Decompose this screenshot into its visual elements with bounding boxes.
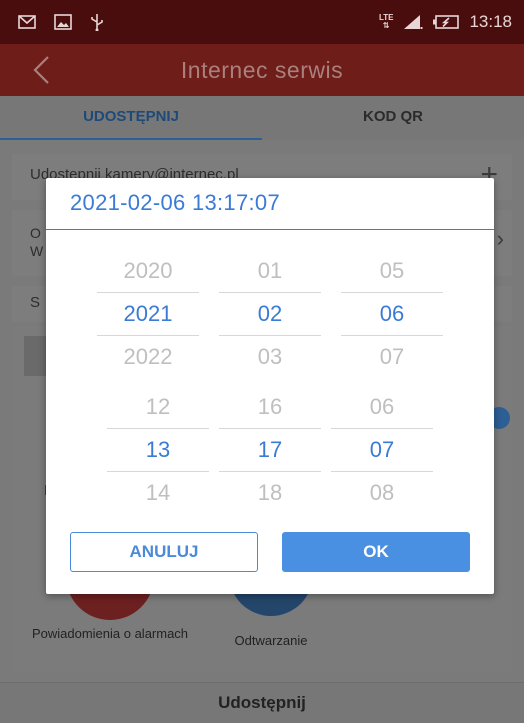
- status-right-icons: LTE ⇅ 13:18: [379, 12, 512, 32]
- day-selected[interactable]: 06: [341, 293, 443, 335]
- minute-selected[interactable]: 17: [219, 429, 321, 471]
- datetime-picker-dialog: 2021-02-06 13:17:07 2020 2021 2022 01 02…: [46, 178, 494, 594]
- hour-prev[interactable]: 12: [107, 386, 209, 428]
- second-picker[interactable]: 06 07 08: [331, 386, 433, 512]
- minute-picker[interactable]: 16 17 18: [219, 386, 321, 512]
- year-picker[interactable]: 2020 2021 2022: [97, 250, 199, 376]
- second-next[interactable]: 08: [331, 472, 433, 514]
- status-bar: LTE ⇅ 13:18: [0, 0, 524, 44]
- second-selected[interactable]: 07: [331, 429, 433, 471]
- signal-icon: [404, 15, 423, 29]
- second-prev[interactable]: 06: [331, 386, 433, 428]
- hour-selected[interactable]: 13: [107, 429, 209, 471]
- app-bar: Internec serwis: [0, 44, 524, 96]
- selected-datetime: 2021-02-06 13:17:07: [70, 190, 280, 215]
- day-picker[interactable]: 05 06 07: [341, 250, 443, 376]
- gmail-icon: [18, 15, 36, 29]
- alarm-notification-label: Powiadomienia o alarmach: [31, 626, 189, 641]
- month-prev[interactable]: 01: [219, 250, 321, 292]
- status-left-icons: [18, 13, 104, 31]
- minute-prev[interactable]: 16: [219, 386, 321, 428]
- tab-share[interactable]: UDOSTĘPNIJ: [0, 96, 262, 140]
- day-next[interactable]: 07: [341, 336, 443, 378]
- card-tab-block: [24, 336, 48, 376]
- tab-bar: UDOSTĘPNIJ KOD QR: [0, 96, 524, 140]
- usb-icon: [91, 14, 103, 31]
- month-picker[interactable]: 01 02 03: [219, 250, 321, 376]
- year-next[interactable]: 2022: [97, 336, 199, 378]
- battery-charging-icon: [433, 15, 460, 29]
- lte-icon: LTE ⇅: [379, 14, 394, 30]
- lte-arrows: ⇅: [382, 21, 390, 30]
- hour-next[interactable]: 14: [107, 472, 209, 514]
- app-title: Internec serwis: [180, 57, 344, 83]
- ok-button[interactable]: OK: [282, 532, 470, 572]
- cancel-button[interactable]: ANULUJ: [70, 532, 258, 572]
- minute-next[interactable]: 18: [219, 472, 321, 514]
- chevron-right-icon: ›: [496, 226, 504, 251]
- month-selected[interactable]: 02: [219, 293, 321, 335]
- status-time: 13:18: [469, 12, 512, 31]
- day-prev[interactable]: 05: [341, 250, 443, 292]
- image-icon: [54, 14, 72, 30]
- dialog-header: 2021-02-06 13:17:07: [46, 178, 494, 230]
- hour-picker[interactable]: 12 13 14: [107, 386, 209, 512]
- month-next[interactable]: 03: [219, 336, 321, 378]
- share-bottom-button[interactable]: Udostępnij: [0, 682, 524, 723]
- playback-label: Odtwarzanie: [234, 633, 308, 648]
- tab-qr-code[interactable]: KOD QR: [262, 96, 524, 140]
- section-row-text: S: [30, 294, 41, 311]
- year-selected[interactable]: 2021: [97, 293, 199, 335]
- year-prev[interactable]: 2020: [97, 250, 199, 292]
